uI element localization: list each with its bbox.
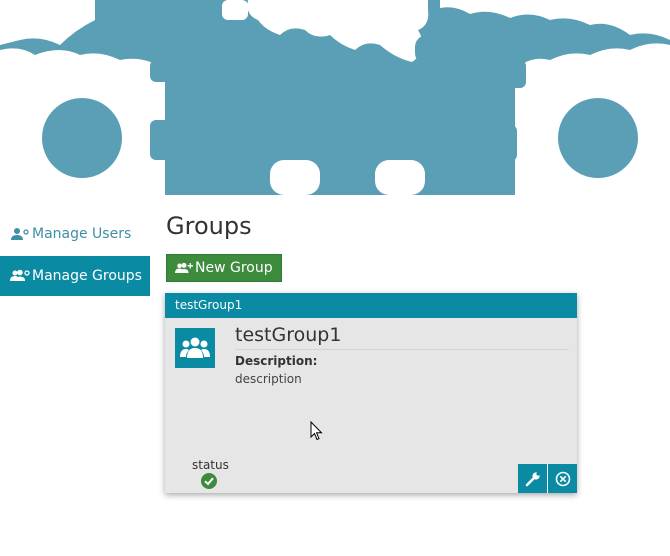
new-group-button[interactable]: New Group xyxy=(166,254,282,282)
sidebar-item-label: Manage Users xyxy=(32,226,132,242)
edit-group-button[interactable] xyxy=(518,464,547,493)
group-card-header: testGroup1 xyxy=(165,293,577,318)
sidebar-item-manage-groups[interactable]: Manage Groups xyxy=(0,256,150,296)
sidebar-item-manage-users[interactable]: Manage Users xyxy=(0,214,150,254)
description-label: Description: xyxy=(235,354,318,368)
gear-banner-illustration xyxy=(0,0,670,195)
sidebar: Manage Users Manage Groups xyxy=(0,214,150,296)
new-group-label: New Group xyxy=(195,260,273,276)
user-gear-icon xyxy=(11,228,29,240)
wrench-icon xyxy=(525,471,540,486)
group-icon xyxy=(180,337,210,358)
description-value: description xyxy=(235,372,302,386)
group-title: testGroup1 xyxy=(235,324,342,346)
status-label: status xyxy=(192,458,229,472)
sidebar-item-label: Manage Groups xyxy=(32,268,142,284)
group-avatar xyxy=(175,328,215,368)
divider xyxy=(235,349,569,350)
group-add-icon xyxy=(175,262,193,273)
header-banner xyxy=(0,0,670,195)
close-circle-icon xyxy=(555,471,570,486)
page-title: Groups xyxy=(166,212,252,240)
mouse-cursor-icon xyxy=(310,421,323,441)
group-card: testGroup1 testGroup1 Description: descr… xyxy=(165,293,577,493)
group-gear-icon xyxy=(10,269,30,281)
check-circle-icon xyxy=(201,473,217,489)
delete-group-button[interactable] xyxy=(547,464,577,493)
card-actions xyxy=(518,464,577,493)
